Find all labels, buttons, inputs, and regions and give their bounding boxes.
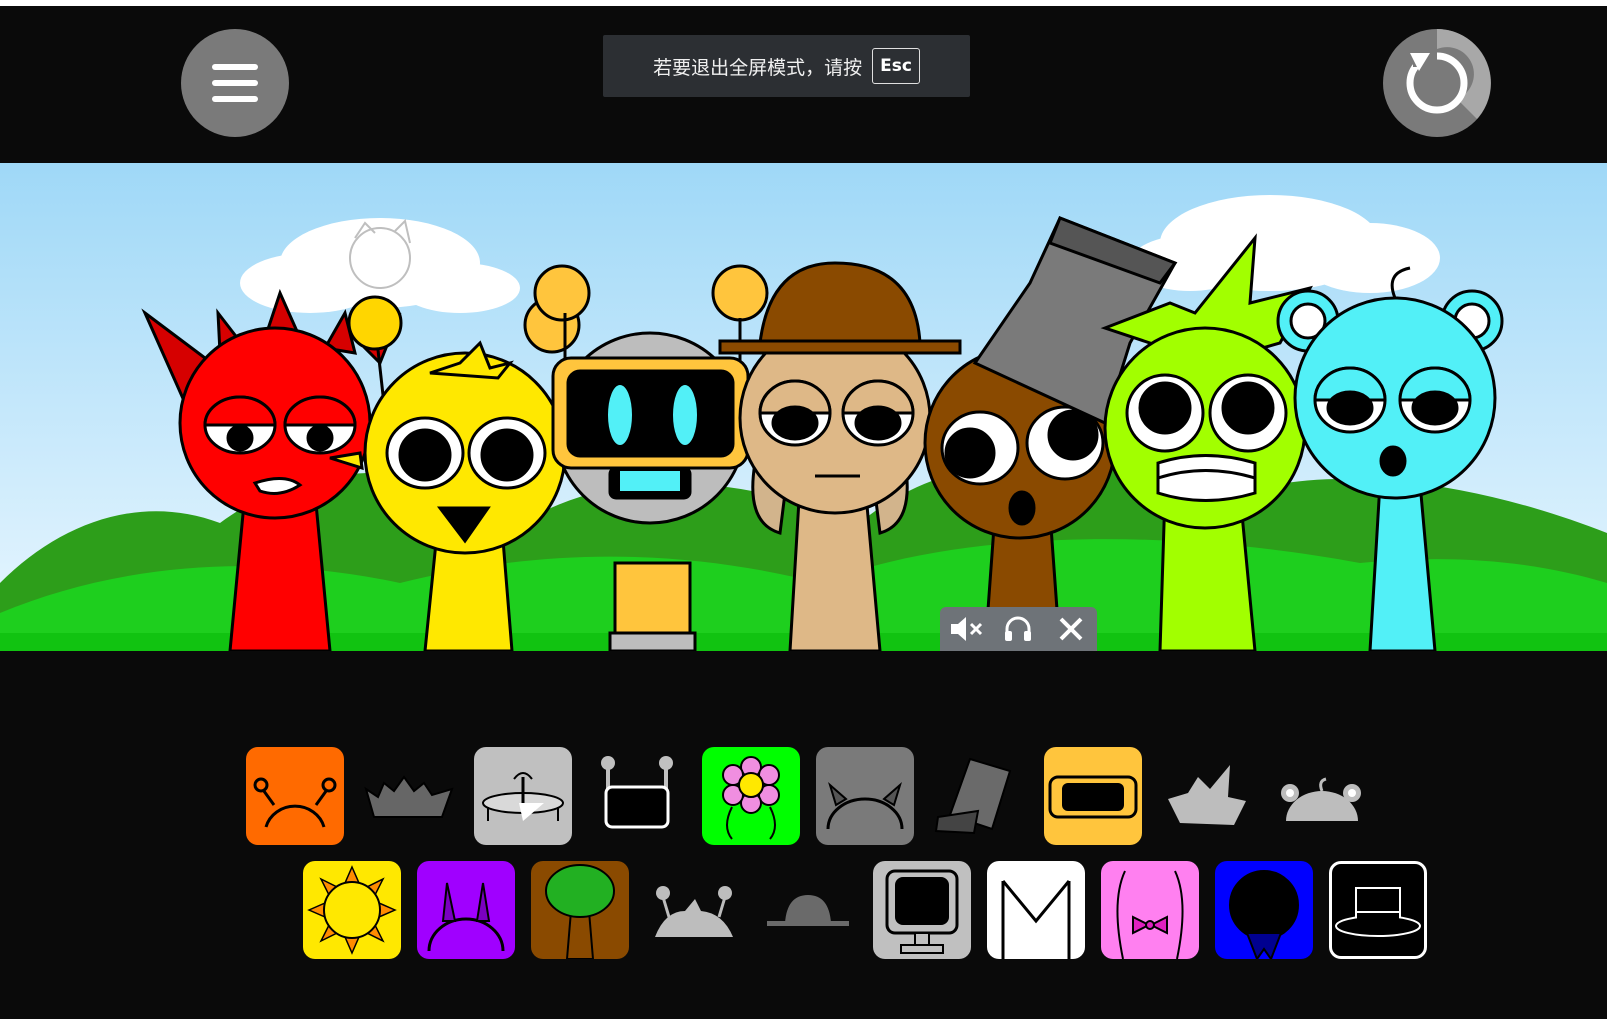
robot-antenna-icon [601,756,673,829]
monitor-icon [885,869,959,954]
restart-button[interactable] [1383,29,1491,137]
fullscreen-notice: 若要退出全屏模式，请按 Esc [603,35,970,97]
grey-bowler-hat-sound-tile[interactable] [759,861,857,959]
robot-antenna-sound-tile[interactable] [588,747,686,845]
character-stage [0,163,1607,651]
esc-key-badge: Esc [872,48,920,84]
pink-bow-ears-sound-tile[interactable] [1101,861,1199,959]
flower-icon [722,756,780,840]
window-top-edge [0,0,1607,6]
spiked-head-icon [364,775,454,818]
grey-bear-ears-sound-tile[interactable] [1272,747,1370,845]
purple-horns-icon [427,882,505,952]
computer-monitor-sound-tile[interactable] [873,861,971,959]
remove-button[interactable] [1051,609,1091,649]
fullscreen-notice-text: 若要退出全屏模式，请按 [653,56,863,79]
hamburger-menu-icon [212,64,258,102]
bowler-hat-icon [767,895,849,926]
grey-horns-sound-tile[interactable] [816,747,914,845]
yellow-sun-sound-tile[interactable] [303,861,401,959]
close-icon [1059,617,1083,641]
mute-icon [951,617,983,641]
mute-button[interactable] [946,609,986,649]
headphones-icon [1005,616,1032,641]
envelope-icon [1001,880,1071,959]
ribbon-icon [1229,870,1299,959]
grey-fountain-sound-tile[interactable] [474,747,572,845]
green-flower-sound-tile[interactable] [702,747,800,845]
grey-spiky-hair-sound-tile[interactable] [1158,747,1256,845]
grey-tuft-antenna-sound-tile[interactable] [645,861,743,959]
black-top-hat-sound-tile[interactable] [1329,861,1427,959]
yellow-visor-sound-tile[interactable] [1044,747,1142,845]
fountain-icon [482,772,564,821]
horned-head-icon [826,781,904,830]
solo-button[interactable] [998,609,1038,649]
bucket-icon [934,757,1012,835]
blue-ribbon-sound-tile[interactable] [1215,861,1313,959]
menu-button[interactable] [181,29,289,137]
grey-spikes-sound-tile[interactable] [360,747,458,845]
tree-icon [545,864,615,959]
tuft-antenna-icon [655,886,733,937]
bow-ears-icon [1116,870,1184,959]
orange-antenna-sound-tile[interactable] [246,747,344,845]
visor-icon [1048,775,1138,819]
character-controls [940,607,1097,651]
brown-tree-sound-tile[interactable] [531,861,629,959]
purple-horns-sound-tile[interactable] [417,861,515,959]
bear-ears-icon [1281,777,1361,821]
sun-icon [307,865,397,955]
white-envelope-sound-tile[interactable] [987,861,1085,959]
antenna-head-icon [253,777,337,828]
bucket-sound-tile[interactable] [930,747,1028,845]
restart-icon [1406,29,1491,119]
spiky-hair-icon [1168,765,1246,825]
top-hat-icon [1335,887,1421,937]
